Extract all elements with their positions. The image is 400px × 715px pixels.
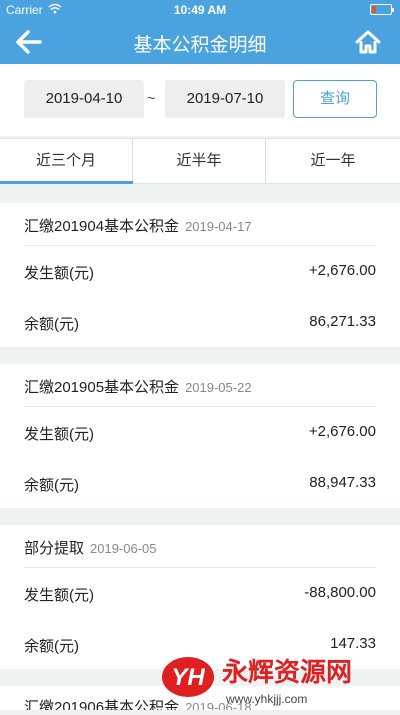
balance-value: 88,947.33 bbox=[309, 474, 376, 491]
amount-value: +2,676.00 bbox=[308, 262, 376, 279]
balance-value: 86,271.33 bbox=[309, 313, 376, 330]
record-card[interactable]: 汇缴201905基本公积金 2019-05-22 发生额(元) +2,676.00… bbox=[0, 364, 400, 508]
nav-bar: 基本公积金明细 bbox=[0, 20, 400, 64]
amount-label: 发生额(元) bbox=[24, 265, 94, 282]
battery-icon bbox=[370, 4, 394, 15]
watermark: YH 永辉资源网 www.yhkjjj.com bbox=[160, 645, 400, 710]
tab-one-year[interactable]: 近一年 bbox=[266, 139, 400, 183]
date-separator: ~ bbox=[147, 90, 156, 106]
active-tab-indicator bbox=[0, 181, 133, 184]
home-icon bbox=[355, 30, 381, 54]
record-card[interactable]: 汇缴201904基本公积金 2019-04-17 发生额(元) +2,676.00… bbox=[0, 203, 400, 347]
svg-text:YH: YH bbox=[171, 664, 205, 691]
record-date: 2019-06-05 bbox=[90, 541, 157, 556]
amount-value: -88,800.00 bbox=[304, 584, 376, 601]
balance-label: 余额(元) bbox=[24, 316, 79, 333]
balance-label: 余额(元) bbox=[24, 638, 79, 655]
record-date: 2019-05-22 bbox=[185, 380, 252, 395]
svg-text:永辉资源网: 永辉资源网 bbox=[222, 658, 352, 688]
record-date: 2019-04-17 bbox=[185, 219, 252, 234]
divider bbox=[24, 245, 376, 246]
divider bbox=[24, 406, 376, 407]
date-filter: 2019-04-10 ~ 2019-07-10 查询 bbox=[0, 64, 400, 136]
amount-label: 发生额(元) bbox=[24, 587, 94, 604]
record-title-text: 汇缴201906基本公积金 bbox=[24, 699, 180, 710]
amount-value: +2,676.00 bbox=[308, 423, 376, 440]
record-title: 部分提取 2019-06-05 bbox=[24, 537, 157, 558]
divider bbox=[24, 567, 376, 568]
start-date-field[interactable]: 2019-04-10 bbox=[24, 80, 144, 118]
balance-label: 余额(元) bbox=[24, 477, 79, 494]
record-title: 汇缴201905基本公积金 2019-05-22 bbox=[24, 376, 252, 397]
status-bar: Carrier 10:49 AM bbox=[0, 0, 400, 20]
amount-label: 发生额(元) bbox=[24, 426, 94, 443]
record-title-text: 汇缴201905基本公积金 bbox=[24, 379, 180, 396]
svg-text:www.yhkjjj.com: www.yhkjjj.com bbox=[225, 692, 307, 706]
watermark-logo: YH 永辉资源网 www.yhkjjj.com bbox=[162, 657, 352, 706]
record-title: 汇缴201904基本公积金 2019-04-17 bbox=[24, 215, 252, 236]
record-title-text: 汇缴201904基本公积金 bbox=[24, 218, 180, 235]
tab-three-months[interactable]: 近三个月 bbox=[0, 139, 133, 183]
record-title-text: 部分提取 bbox=[24, 540, 85, 557]
end-date-field[interactable]: 2019-07-10 bbox=[165, 80, 285, 118]
tab-half-year[interactable]: 近半年 bbox=[133, 139, 266, 183]
home-button[interactable] bbox=[354, 28, 382, 56]
query-button[interactable]: 查询 bbox=[293, 80, 377, 118]
period-tabs: 近三个月 近半年 近一年 bbox=[0, 138, 400, 184]
page-title: 基本公积金明细 bbox=[133, 35, 267, 56]
status-time: 10:49 AM bbox=[173, 3, 227, 17]
